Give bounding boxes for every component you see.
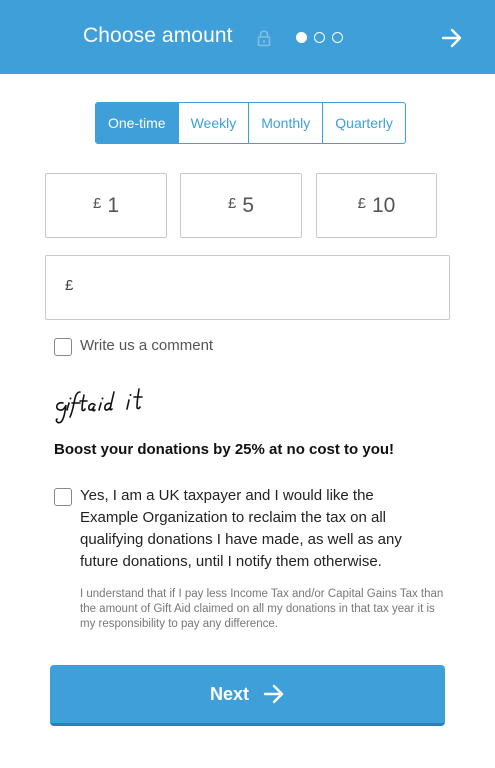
frequency-tabs: One-time Weekly Monthly Quarterly: [95, 102, 406, 144]
step-dot-1: [296, 32, 307, 43]
amount-value: 5: [242, 193, 255, 217]
next-button[interactable]: Next: [50, 665, 445, 726]
giftaid-logo: [55, 388, 143, 424]
custom-amount-input[interactable]: [86, 270, 440, 308]
lock-icon: [257, 30, 271, 47]
page-title: Choose amount: [83, 24, 233, 47]
giftaid-small-print: I understand that if I pay less Income T…: [80, 588, 444, 630]
next-button-label: Next: [209, 683, 249, 704]
giftaid-declaration[interactable]: Yes, I am a UK taxpayer and I would like…: [80, 485, 435, 573]
giftaid-boost-text: Boost your donations by 25% at no cost t…: [54, 441, 395, 458]
arrow-right-icon: [263, 684, 284, 704]
comment-label[interactable]: Write us a comment: [80, 337, 213, 354]
amount-option-1[interactable]: £ 1: [45, 173, 167, 238]
currency-symbol: £: [357, 195, 366, 212]
comment-checkbox[interactable]: [54, 338, 72, 356]
currency-symbol: £: [227, 195, 237, 212]
amount-option-10[interactable]: £ 10: [316, 173, 437, 238]
amount-value: 10: [371, 193, 396, 217]
arrow-right-icon[interactable]: [441, 27, 463, 49]
step-indicator: [296, 32, 343, 43]
tab-weekly[interactable]: Weekly: [177, 103, 249, 143]
custom-amount-field[interactable]: £: [45, 255, 450, 320]
currency-symbol: £: [92, 195, 102, 212]
amount-value: 1: [107, 193, 120, 217]
amount-option-5[interactable]: £ 5: [180, 173, 302, 238]
tab-monthly[interactable]: Monthly: [248, 103, 322, 143]
step-dot-3: [332, 32, 343, 43]
tab-one-time[interactable]: One-time: [96, 103, 178, 143]
step-dot-2: [314, 32, 325, 43]
header-bar: Choose amount: [0, 0, 495, 74]
tab-quarterly[interactable]: Quarterly: [322, 103, 405, 143]
currency-symbol: £: [65, 277, 74, 294]
giftaid-checkbox[interactable]: [54, 488, 72, 506]
